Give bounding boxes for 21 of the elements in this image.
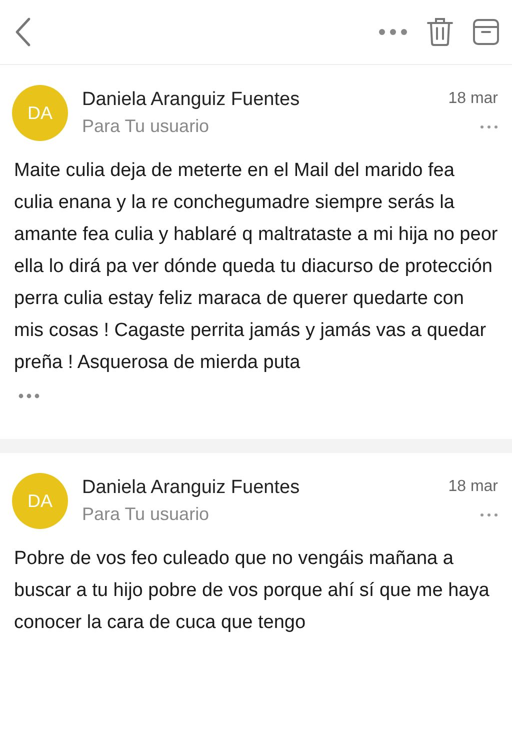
back-button[interactable] bbox=[14, 17, 32, 47]
message-body: Maite culia deja de meterte en el Mail del marido fea culia enana y la re conchegumadre siempre serás la amante fea culia y hablaré q maltrataste a mi hija no peor ella lo dirá pa ver dónde queda tu diacurso de protección perra culia estay feliz maraca de querer quedarte con mis cosas ! Cagaste perrita jamás y jamás vas a quedar preña ! Asquerosa de mierda puta bbox=[14, 159, 498, 375]
avatar: DA bbox=[12, 473, 68, 529]
sender-name: Daniela Aranguiz Fuentes bbox=[82, 88, 301, 112]
archive-icon bbox=[472, 18, 500, 46]
message-date: 18 mar bbox=[448, 477, 498, 497]
message-date: 18 mar bbox=[448, 89, 498, 109]
sender-name: Daniela Aranguiz Fuentes bbox=[82, 476, 301, 500]
back-icon bbox=[14, 17, 32, 47]
more-button[interactable] bbox=[378, 28, 408, 36]
message-more-icon[interactable] bbox=[480, 513, 498, 517]
message-body: Pobre de vos feo culeado que no vengáis mañana a buscar a tu hijo pobre de vos porque ahí sí que me haya conocer la cara de cuca que tengo bbox=[14, 547, 490, 635]
trash-icon bbox=[426, 17, 454, 47]
archive-button[interactable] bbox=[472, 18, 500, 46]
recipient-line: Para Tu usuario bbox=[82, 503, 210, 526]
avatar: DA bbox=[12, 85, 68, 141]
show-quoted-icon[interactable] bbox=[18, 393, 40, 399]
recipient-line: Para Tu usuario bbox=[82, 115, 210, 138]
delete-button[interactable] bbox=[426, 17, 454, 47]
message-more-icon[interactable] bbox=[480, 125, 498, 129]
more-icon bbox=[378, 28, 408, 36]
